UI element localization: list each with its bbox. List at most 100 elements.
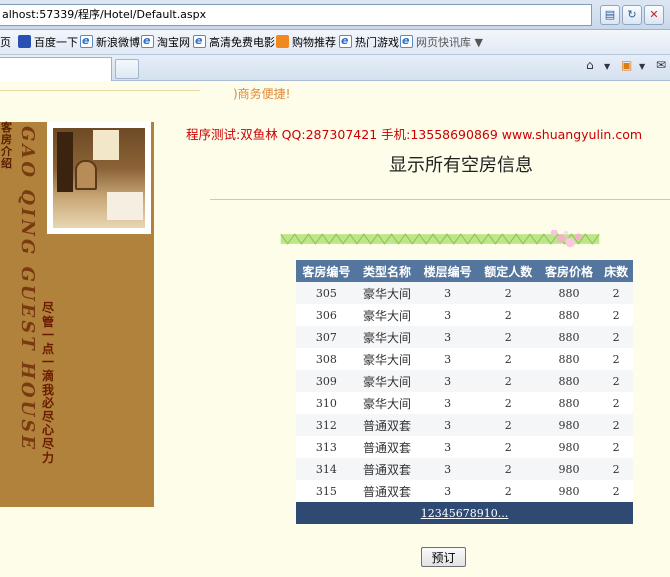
fav-item-home[interactable]: 页 [0,34,11,51]
sidebar-panel: 客房介绍 GAO QING GUEST HOUSE 尽管一点一滴 我必尽心尽力 [0,122,154,507]
room-table: 客房编号 类型名称 楼层编号 额定人数 客房价格 床数 305 豪华大间 3 2 880… [296,260,633,524]
col-header: 类型名称 [356,260,418,282]
table-cell: 2 [477,348,539,370]
mail-icon[interactable]: ✉ [656,58,666,72]
pager-link[interactable]: 7 [463,507,470,520]
table-cell: 豪华大间 [356,304,418,326]
table-cell: 980 [538,480,600,502]
fav-item-webslices[interactable]: 网页快讯库 ▼ [400,32,483,51]
flower-ribbon-decoration [280,230,600,248]
fav-label: 网页快讯库 [416,36,471,49]
shopping-icon [276,35,289,48]
sidebar-title: 客房介绍 [1,121,12,170]
pager-link[interactable]: 6 [456,507,463,520]
table-cell: 2 [599,458,633,480]
chevron-down-icon[interactable]: ▼ [639,62,645,71]
table-cell: 2 [599,370,633,392]
contact-info: 程序测试:双鱼林 QQ:287307421 手机:13558690869 www… [186,127,643,142]
table-cell: 3 [417,370,478,392]
chevron-down-icon[interactable]: ▼ [604,62,610,71]
table-cell: 2 [599,326,633,348]
table-cell: 3 [417,304,478,326]
table-cell: 2 [599,282,633,304]
table-cell: 3 [417,326,478,348]
ie-page-icon [193,32,206,49]
tab-current[interactable] [0,57,112,81]
table-row: 308 豪华大间 3 2 880 2 [296,348,633,370]
table-cell: 315 [296,480,357,502]
pager-link[interactable]: 5 [449,507,456,520]
compat-view-button[interactable]: ▤ [600,5,620,25]
table-cell: 2 [599,414,633,436]
table-cell: 2 [599,392,633,414]
table-cell: 880 [538,282,600,304]
col-header: 楼层编号 [417,260,478,282]
table-cell: 308 [296,348,357,370]
book-button[interactable]: 预订 [421,547,466,567]
table-cell: 2 [477,392,539,414]
pager-link[interactable]: 4 [442,507,449,520]
table-cell: 豪华大间 [356,392,418,414]
motto-text: 尽管一点一滴 我必尽心尽力 [42,301,55,465]
table-cell: 2 [599,348,633,370]
table-cell: 880 [538,370,600,392]
fav-item-baidu[interactable]: 百度一下 [18,34,78,51]
table-cell: 880 [538,392,600,414]
page-title: 显示所有空房信息 [389,155,533,176]
pager-link[interactable]: 1 [421,507,428,520]
table-cell: 880 [538,326,600,348]
pager-link[interactable]: 2 [428,507,435,520]
table-cell: 豪华大间 [356,348,418,370]
col-header: 客房编号 [296,260,357,282]
pager-link[interactable]: ... [498,507,509,520]
table-body: 305 豪华大间 3 2 880 2 306 豪华大间 3 2 880 2 307 豪华大间 3 2 880 2 3… [296,282,633,502]
table-cell: 2 [599,480,633,502]
table-cell: 314 [296,458,357,480]
table-cell: 普通双套 [356,436,418,458]
address-input[interactable]: alhost:57339/程序/Hotel/Default.aspx [0,4,592,26]
pager-link[interactable]: 9 [477,507,484,520]
divider [210,199,670,200]
fav-label: 新浪微博 [96,36,140,49]
col-header: 客房价格 [538,260,600,282]
table-cell: 307 [296,326,357,348]
fav-label: 高清免费电影 [209,36,275,49]
fav-item-weibo[interactable]: 新浪微博 [80,32,140,51]
fav-item-games[interactable]: 热门游戏 [339,32,399,51]
fav-item-shopping[interactable]: 购物推荐 [276,34,336,51]
stop-button[interactable]: ✕ [644,5,664,25]
table-row: 306 豪华大间 3 2 880 2 [296,304,633,326]
table-cell: 普通双套 [356,480,418,502]
table-cell: 2 [477,414,539,436]
home-icon[interactable]: ⌂ [586,58,594,72]
fav-label: 页 [0,36,11,49]
table-cell: 306 [296,304,357,326]
table-cell: 309 [296,370,357,392]
table-cell: 3 [417,392,478,414]
fav-label: 热门游戏 [355,36,399,49]
pager-link[interactable]: 3 [435,507,442,520]
fav-item-taobao[interactable]: 淘宝网 [141,32,190,51]
ie-page-icon [339,32,352,49]
pager-link[interactable]: 10 [484,507,498,520]
col-header: 床数 [599,260,633,282]
table-cell: 豪华大间 [356,282,418,304]
table-cell: 980 [538,458,600,480]
table-cell: 2 [477,326,539,348]
slogan-text: )商务便捷! [233,87,291,101]
rss-feed-icon[interactable]: ▣ [621,58,632,72]
new-tab-button[interactable] [115,59,139,79]
table-cell: 310 [296,392,357,414]
address-bar: alhost:57339/程序/Hotel/Default.aspx ▤ ↻ ✕ [0,0,670,30]
table-cell: 豪华大间 [356,370,418,392]
table-row: 309 豪华大间 3 2 880 2 [296,370,633,392]
hotel-room-photo [47,122,151,234]
table-header-row: 客房编号 类型名称 楼层编号 额定人数 客房价格 床数 [296,260,633,282]
fav-item-movies[interactable]: 高清免费电影 [193,32,275,51]
table-cell: 305 [296,282,357,304]
pager-link[interactable]: 8 [470,507,477,520]
refresh-button[interactable]: ↻ [622,5,642,25]
table-cell: 880 [538,348,600,370]
table-cell: 3 [417,458,478,480]
brand-vertical-text: GAO QING GUEST HOUSE [17,126,38,453]
